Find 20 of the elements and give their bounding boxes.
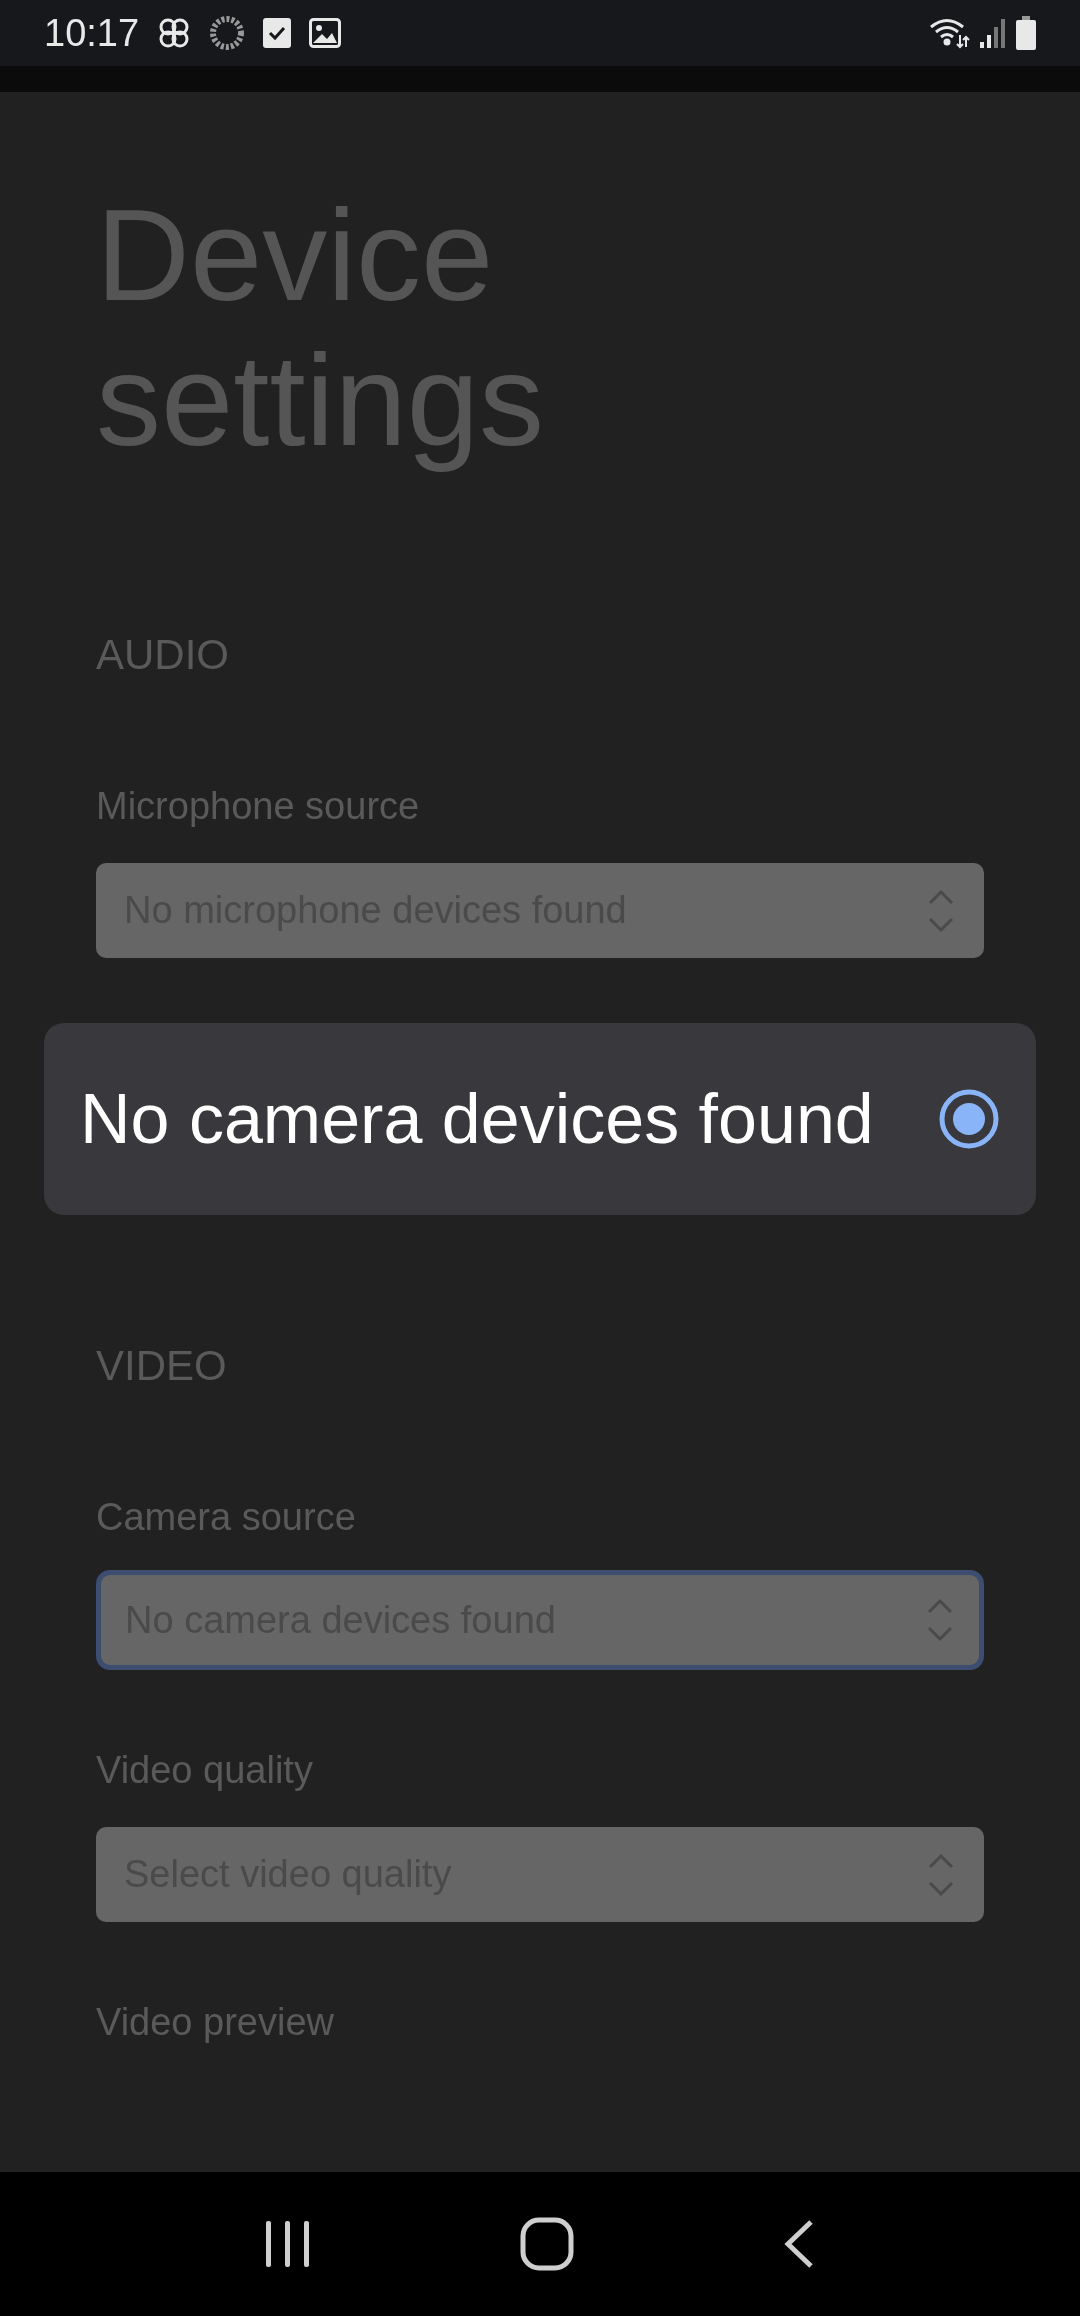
signal-icon: [980, 18, 1006, 48]
checkbox-icon: [263, 18, 292, 48]
chevron-updown-icon: [927, 1598, 953, 1642]
field-label: Video preview: [96, 2000, 335, 2045]
section-heading: VIDEO: [96, 1341, 228, 1391]
clock: 10:17: [44, 10, 140, 56]
dialog-option[interactable]: No camera devices found: [80, 1066, 1000, 1172]
loading-ring-icon: [209, 15, 246, 51]
section-heading: AUDIO: [96, 630, 230, 680]
recent-apps-icon[interactable]: [264, 2221, 312, 2267]
field-label: Microphone source: [96, 784, 421, 829]
battery-icon: [1016, 16, 1036, 50]
chevron-updown-icon: [928, 1852, 954, 1897]
chevron-updown-icon: [928, 888, 954, 933]
field-label: Camera source: [96, 1495, 357, 1540]
home-icon[interactable]: [520, 2217, 574, 2271]
image-icon: [309, 18, 342, 48]
wifi-icon: [928, 17, 970, 49]
radio-button[interactable]: [938, 1088, 1000, 1150]
field-label: Video quality: [96, 1748, 314, 1793]
